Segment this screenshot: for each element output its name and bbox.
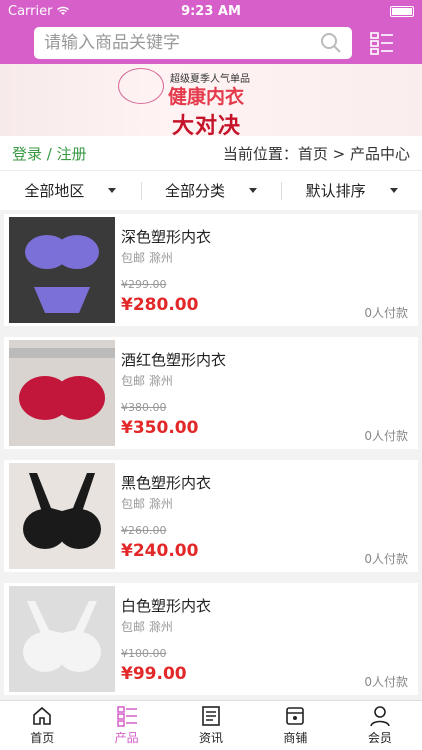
tab-member[interactable]: 会员 [338,701,422,750]
product-shipping: 包邮 滁州 [121,620,173,634]
product-old-price: ¥100.00 [121,647,167,660]
status-left: Carrier [8,4,70,19]
filter-sort[interactable]: 默认排序 [281,180,422,201]
product-paid-count: 0人付款 [364,429,408,443]
product-item[interactable]: 白色塑形内衣 包邮 滁州 ¥100.00 ¥99.00 0人付款 [4,583,418,695]
search-header [0,22,422,64]
tab-news[interactable]: 资讯 [169,701,253,750]
product-title: 白色塑形内衣 [121,597,212,615]
product-title: 深色塑形内衣 [121,228,212,246]
chevron-down-icon [389,188,398,193]
chevron-down-icon [249,188,258,193]
filter-category[interactable]: 全部分类 [140,180,282,201]
product-price: ¥280.00 [121,295,199,315]
news-icon [202,706,220,726]
product-shipping: 包邮 滁州 [121,497,173,511]
tab-news-label: 资讯 [199,731,224,745]
product-shipping: 包邮 滁州 [121,374,173,388]
filter-region[interactable]: 全部地区 [0,180,141,201]
product-old-price: ¥299.00 [121,278,167,291]
promo-banner[interactable]: 超级夏季人气单品 健康内衣 大对决 [0,64,422,136]
home-icon [33,706,52,725]
product-icon [116,706,137,727]
filter-bar: 全部地区 全部分类 默认排序 [0,170,422,210]
category-menu-icon[interactable] [370,31,394,55]
product-old-price: ¥260.00 [121,524,167,537]
banner-subheadline: 大对决 [172,113,242,136]
search-box[interactable] [34,27,352,59]
tab-member-label: 会员 [367,731,392,745]
product-paid-count: 0人付款 [364,306,408,320]
product-price: ¥99.00 [121,664,187,684]
product-paid-count: 0人付款 [364,552,408,566]
tab-products-label: 产品 [114,731,139,745]
product-price: ¥350.00 [121,418,199,438]
product-item[interactable]: 黑色塑形内衣 包邮 滁州 ¥260.00 ¥240.00 0人付款 [4,460,418,572]
status-bar: Carrier 9:23 AM [0,0,422,22]
chevron-down-icon [108,188,117,193]
product-old-price: ¥380.00 [121,401,167,414]
tab-products[interactable]: 产品 [84,701,168,750]
search-input[interactable] [44,33,320,53]
login-register-link[interactable]: 登录 / 注册 [12,143,87,164]
user-icon [370,706,390,727]
filter-sort-label: 默认排序 [305,182,366,200]
banner-logo [118,68,164,104]
battery-icon [390,5,414,17]
carrier-label: Carrier [8,3,53,19]
product-title: 黑色塑形内衣 [121,474,212,492]
product-item[interactable]: 酒红色塑形内衣 包邮 滁州 ¥380.00 ¥350.00 0人付款 [4,337,418,449]
product-price: ¥240.00 [121,541,199,561]
tab-store[interactable]: 商铺 [253,701,337,750]
product-image [9,586,115,692]
location-row: 登录 / 注册 当前位置：首页 > 产品中心 [0,136,422,170]
filter-category-label: 全部分类 [165,182,226,200]
wifi-icon [57,6,70,15]
product-image [9,217,115,323]
banner-headline: 健康内衣 [168,86,245,108]
product-item[interactable]: 深色塑形内衣 包邮 滁州 ¥299.00 ¥280.00 0人付款 [4,214,418,326]
tab-home[interactable]: 首页 [0,701,84,750]
product-image [9,340,115,446]
product-paid-count: 0人付款 [364,675,408,689]
product-title: 酒红色塑形内衣 [121,351,227,369]
product-image [9,463,115,569]
breadcrumb: 当前位置：首页 > 产品中心 [222,144,410,163]
store-icon [286,707,305,725]
filter-region-label: 全部地区 [24,182,85,200]
tab-home-label: 首页 [30,731,55,745]
bottom-tab-bar: 首页 产品 资讯 商铺 会员 [0,700,422,750]
search-icon[interactable] [320,32,342,54]
product-shipping: 包邮 滁州 [121,251,173,265]
tab-store-label: 商铺 [283,731,308,745]
